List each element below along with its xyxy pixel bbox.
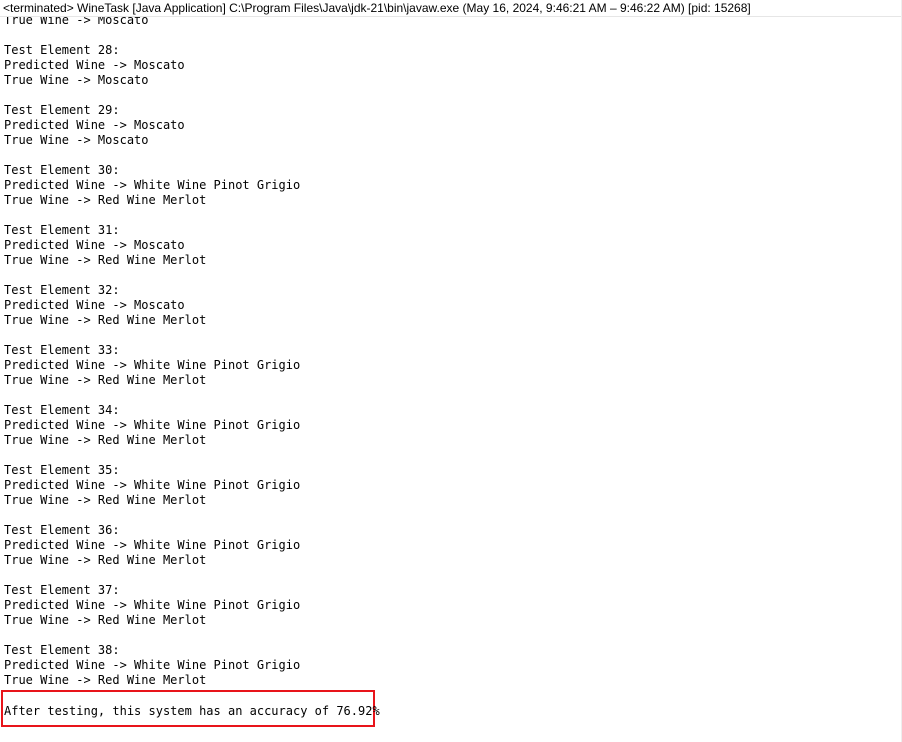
- console-line: Test Element 31:: [4, 223, 120, 237]
- console-line: Predicted Wine -> White Wine Pinot Grigi…: [4, 538, 301, 552]
- console-line: Test Element 29:: [4, 103, 120, 117]
- console-line: Predicted Wine -> Moscato: [4, 238, 185, 252]
- console-line: Test Element 38:: [4, 643, 120, 657]
- console-line: Predicted Wine -> Moscato: [4, 58, 185, 72]
- console-line: True Wine -> Red Wine Merlot: [4, 253, 207, 267]
- console-line: True Wine -> Red Wine Merlot: [4, 553, 207, 567]
- console-line: True Wine -> Red Wine Merlot: [4, 493, 207, 507]
- accuracy-result-line: After testing, this system has an accura…: [4, 704, 380, 718]
- console-line: Predicted Wine -> White Wine Pinot Grigi…: [4, 478, 301, 492]
- console-line: Predicted Wine -> White Wine Pinot Grigi…: [4, 358, 301, 372]
- console-line: Test Element 37:: [4, 583, 120, 597]
- console-line: Predicted Wine -> Moscato: [4, 118, 185, 132]
- console-line: True Wine -> Red Wine Merlot: [4, 673, 207, 687]
- console-line: Predicted Wine -> White Wine Pinot Grigi…: [4, 598, 301, 612]
- console-line: True Wine -> Red Wine Merlot: [4, 373, 207, 387]
- console-line: Predicted Wine -> White Wine Pinot Grigi…: [4, 418, 301, 432]
- console-line: Test Element 32:: [4, 283, 120, 297]
- console-header: <terminated> WineTask [Java Application]…: [0, 0, 902, 16]
- console-line: True Wine -> Red Wine Merlot: [4, 193, 207, 207]
- console-line: True Wine -> Moscato: [4, 133, 149, 147]
- console-line: True Wine -> Red Wine Merlot: [4, 313, 207, 327]
- console-line: Test Element 36:: [4, 523, 120, 537]
- header-divider: [0, 16, 902, 17]
- console-line: Test Element 34:: [4, 403, 120, 417]
- console-line: Predicted Wine -> White Wine Pinot Grigi…: [4, 178, 301, 192]
- console-line: True Wine -> Red Wine Merlot: [4, 433, 207, 447]
- console-line: Predicted Wine -> Moscato: [4, 298, 185, 312]
- console-line: Test Element 33:: [4, 343, 120, 357]
- console-line: Test Element 28:: [4, 43, 120, 57]
- console-line: Test Element 35:: [4, 463, 120, 477]
- console-line: Predicted Wine -> White Wine Pinot Grigi…: [4, 658, 301, 672]
- console-line: True Wine -> Moscato: [4, 73, 149, 87]
- console-line: Test Element 30:: [4, 163, 120, 177]
- console-line: True Wine -> Red Wine Merlot: [4, 613, 207, 627]
- console-output[interactable]: True Wine -> Moscato Test Element 28: Pred…: [4, 13, 894, 688]
- console-view[interactable]: <terminated> WineTask [Java Application]…: [0, 0, 902, 742]
